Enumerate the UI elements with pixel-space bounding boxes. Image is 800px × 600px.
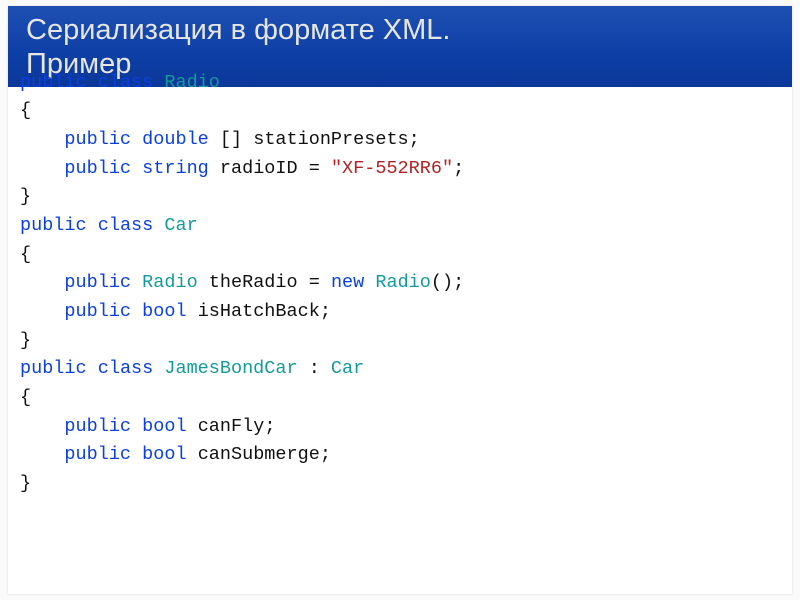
kw-public: public <box>20 358 87 379</box>
indent <box>20 444 64 465</box>
lit-xf: "XF-552RR6" <box>331 158 453 179</box>
brace-open: { <box>20 244 31 265</box>
type-car: Car <box>331 358 364 379</box>
kw-class: class <box>98 358 154 379</box>
kw-class: class <box>98 72 154 93</box>
kw-public: public <box>64 158 131 179</box>
kw-public: public <box>64 129 131 150</box>
kw-bool: bool <box>142 416 186 437</box>
brace-close: } <box>20 330 31 351</box>
slide-title-line1: Сериализация в формате XML. <box>26 12 774 48</box>
kw-public: public <box>20 215 87 236</box>
kw-public: public <box>64 444 131 465</box>
indent <box>20 416 64 437</box>
eq: = <box>309 158 320 179</box>
type-radio: Radio <box>375 272 431 293</box>
id-cansubmerge: canSubmerge <box>198 444 320 465</box>
kw-public: public <box>64 416 131 437</box>
slide-frame: Сериализация в формате XML. Пример publi… <box>0 0 800 600</box>
brace-close: } <box>20 186 31 207</box>
id-theradio: theRadio <box>209 272 298 293</box>
slide-inner: Сериализация в формате XML. Пример publi… <box>8 6 792 594</box>
brackets: [] <box>220 129 242 150</box>
indent <box>20 158 64 179</box>
id-stationpresets: stationPresets <box>253 129 408 150</box>
semi: ; <box>409 129 420 150</box>
semi: ; <box>453 158 464 179</box>
semi: ; <box>453 272 464 293</box>
id-radioid: radioID <box>220 158 298 179</box>
colon: : <box>309 358 320 379</box>
id-ishatchback: isHatchBack <box>198 301 320 322</box>
eq: = <box>309 272 320 293</box>
brace-close: } <box>20 473 31 494</box>
kw-double: double <box>142 129 209 150</box>
semi: ; <box>320 301 331 322</box>
parens: () <box>431 272 453 293</box>
type-radio: Radio <box>164 72 220 93</box>
semi: ; <box>264 416 275 437</box>
kw-bool: bool <box>142 444 186 465</box>
type-car: Car <box>164 215 197 236</box>
code-area: public class Radio { public double [] st… <box>8 69 792 509</box>
kw-bool: bool <box>142 301 186 322</box>
indent <box>20 301 64 322</box>
kw-public: public <box>64 272 131 293</box>
brace-open: { <box>20 387 31 408</box>
semi: ; <box>320 444 331 465</box>
indent <box>20 129 64 150</box>
kw-new: new <box>331 272 364 293</box>
id-canfly: canFly <box>198 416 265 437</box>
kw-string: string <box>142 158 209 179</box>
kw-public: public <box>64 301 131 322</box>
kw-class: class <box>98 215 154 236</box>
type-jamesbondcar: JamesBondCar <box>164 358 297 379</box>
brace-open: { <box>20 100 31 121</box>
type-radio: Radio <box>142 272 198 293</box>
code-block: public class Radio { public double [] st… <box>20 69 780 499</box>
indent <box>20 272 64 293</box>
kw-public: public <box>20 72 87 93</box>
